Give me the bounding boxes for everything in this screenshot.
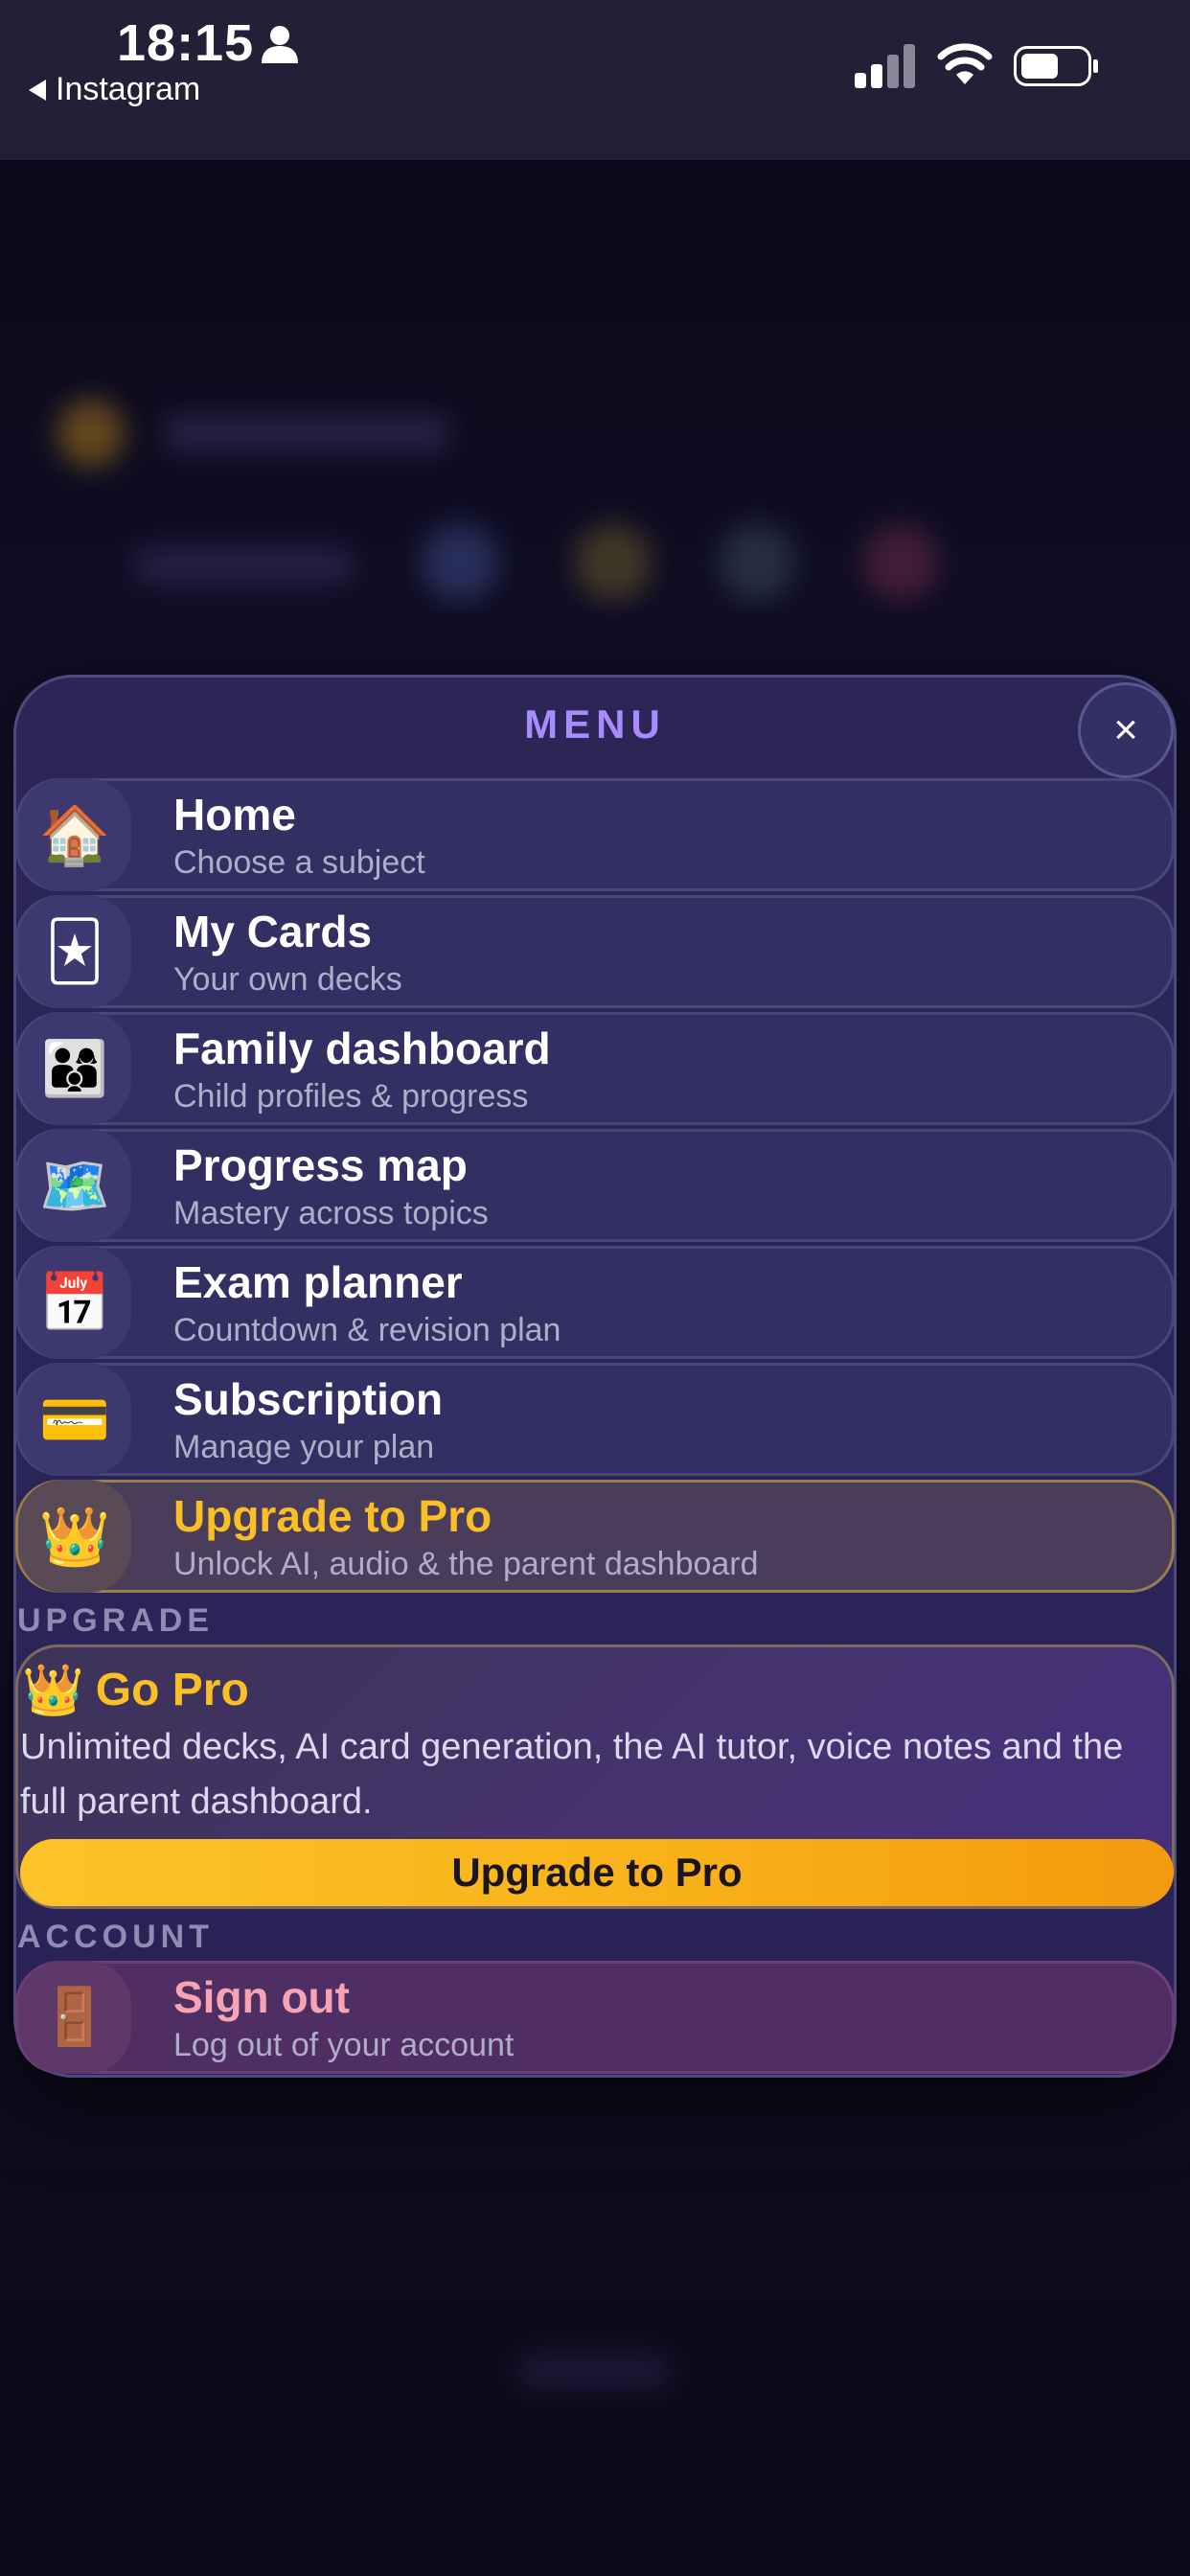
section-heading-upgrade: UPGRADE [17, 1602, 215, 1639]
blurred-header [48, 390, 479, 476]
world-map-icon: 🗺️ [18, 1129, 131, 1242]
crown-icon: 👑 [18, 1480, 131, 1593]
menu-item-subtitle: Choose a subject [173, 844, 425, 881]
cellular-signal-icon [855, 44, 915, 88]
menu-item-subtitle: Mastery across topics [173, 1195, 489, 1231]
battery-icon [1014, 46, 1098, 86]
menu-item-label: Family dashboard [173, 1024, 551, 1073]
menu-item-upgrade-to-pro[interactable]: 👑 Upgrade to Pro Unlock AI, audio & the … [15, 1480, 1175, 1593]
go-pro-card: 👑 Go Pro Unlimited decks, AI card genera… [15, 1644, 1175, 1909]
close-icon: × [1113, 706, 1138, 753]
menu-item-progress-map[interactable]: 🗺️ Progress map Mastery across topics [15, 1129, 1175, 1242]
menu-item-label: Upgrade to Pro [173, 1491, 492, 1541]
upgrade-to-pro-button[interactable]: Upgrade to Pro [20, 1839, 1174, 1906]
menu-item-label: My Cards [173, 907, 373, 956]
back-app-label: Instagram [56, 71, 201, 107]
status-time: 18:15 [117, 14, 255, 72]
back-arrow-icon [29, 79, 46, 101]
status-bar: 18:15 Instagram [0, 0, 1190, 160]
go-pro-title: 👑 Go Pro [22, 1661, 249, 1719]
person-icon [262, 26, 298, 63]
menu-item-subtitle: Child profiles & progress [173, 1078, 529, 1115]
blurred-subject-row [38, 505, 996, 620]
blurred-footer [498, 2345, 690, 2403]
menu-item-subtitle: Manage your plan [173, 1429, 435, 1465]
menu-item-label: Subscription [173, 1374, 444, 1424]
menu-item-subtitle: Countdown & revision plan [173, 1312, 561, 1348]
menu-item-subscription[interactable]: 💳 Subscription Manage your plan [15, 1363, 1175, 1476]
family-icon: 👨‍👩‍👦 [18, 1012, 131, 1125]
menu-item-exam-planner[interactable]: 📅 Exam planner Countdown & revision plan [15, 1246, 1175, 1359]
section-heading-account: ACCOUNT [17, 1919, 214, 1955]
close-button[interactable]: × [1078, 682, 1174, 778]
menu-item-sign-out[interactable]: 🚪 Sign out Log out of your account [15, 1961, 1175, 2074]
back-to-app-link[interactable]: Instagram [29, 71, 200, 108]
go-pro-description: Unlimited decks, AI card generation, the… [20, 1727, 1124, 1822]
menu-item-subtitle: Log out of your account [173, 2027, 515, 2063]
menu-item-home[interactable]: 🏠 Home Choose a subject [15, 778, 1175, 891]
wifi-icon [937, 43, 993, 84]
crown-icon: 👑 [22, 1663, 84, 1718]
menu-item-label: Progress map [173, 1140, 468, 1190]
menu-title: MENU [524, 702, 666, 747]
door-icon: 🚪 [18, 1961, 131, 2074]
menu-item-label: Home [173, 790, 296, 840]
menu-item-subtitle: Unlock AI, audio & the parent dashboard [173, 1546, 759, 1582]
menu-item-family-dashboard[interactable]: 👨‍👩‍👦 Family dashboard Child profiles & … [15, 1012, 1175, 1125]
joker-card-icon: 🃏 [18, 895, 131, 1008]
go-pro-title-text: Go Pro [95, 1665, 249, 1715]
house-icon: 🏠 [18, 778, 131, 891]
menu-item-label: Sign out [173, 1972, 350, 2022]
menu-item-label: Exam planner [173, 1257, 463, 1307]
calendar-icon: 📅 [18, 1246, 131, 1359]
credit-card-icon: 💳 [18, 1363, 131, 1476]
menu-item-subtitle: Your own decks [173, 961, 402, 998]
menu-item-my-cards[interactable]: 🃏 My Cards Your own decks [15, 895, 1175, 1008]
